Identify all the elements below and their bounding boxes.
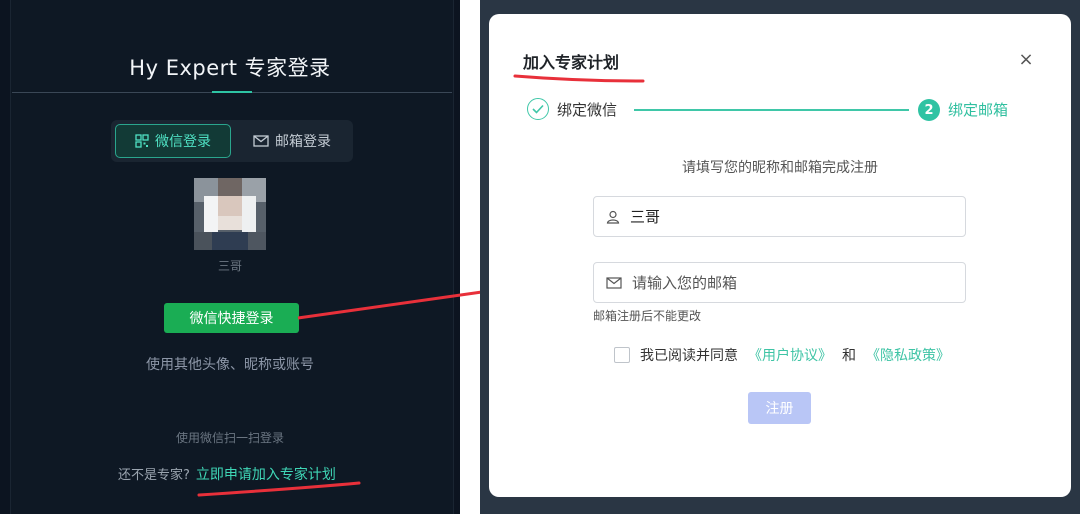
agree-text: 我已阅读并同意 <box>640 348 738 364</box>
close-icon[interactable]: × <box>1018 50 1034 70</box>
not-expert-text: 还不是专家? <box>118 468 190 483</box>
use-other-account-link[interactable]: 使用其他头像、昵称或账号 <box>0 354 460 374</box>
mail-icon <box>606 276 622 289</box>
avatar <box>194 178 266 250</box>
title-divider-accent <box>212 91 252 93</box>
nickname-value: 三哥 <box>630 208 661 226</box>
instruction-text: 请填写您的昵称和邮箱完成注册 <box>682 160 878 176</box>
email-field[interactable]: 请输入您的邮箱 <box>593 262 966 303</box>
qrcode-icon <box>135 134 149 148</box>
mail-icon <box>253 135 269 147</box>
wechat-quick-login-button[interactable]: 微信快捷登录 <box>164 303 299 333</box>
step-bind-wechat: 绑定微信 <box>557 101 618 119</box>
agree-checkbox[interactable] <box>614 347 630 363</box>
step-number-badge: 2 <box>918 99 940 121</box>
and-text: 和 <box>842 348 856 364</box>
check-icon <box>527 98 549 120</box>
page-title: Hy Expert 专家登录 <box>129 56 331 80</box>
agreement-row: 我已阅读并同意 《用户协议》 和 《隐私政策》 <box>614 345 950 365</box>
email-help-text: 邮箱注册后不能更改 <box>593 309 702 323</box>
step-bind-email: 绑定邮箱 <box>948 101 1009 119</box>
avatar-name: 三哥 <box>217 259 242 273</box>
register-modal <box>489 14 1071 497</box>
user-agreement-link[interactable]: 《用户协议》 <box>748 345 832 365</box>
apply-expert-link[interactable]: 立即申请加入专家计划 <box>196 467 336 483</box>
email-placeholder: 请输入您的邮箱 <box>632 274 738 292</box>
user-icon <box>606 210 620 224</box>
login-tabs: 微信登录 邮箱登录 <box>111 120 353 162</box>
register-button[interactable]: 注册 <box>748 392 811 424</box>
login-panel: Hy Expert 专家登录 微信登录 邮箱登录 三哥 微信快捷登录 使用其他头… <box>0 0 460 514</box>
privacy-policy-link[interactable]: 《隐私政策》 <box>866 345 950 365</box>
tab-label: 邮箱登录 <box>275 134 331 150</box>
join-row: 还不是专家? 立即申请加入专家计划 <box>118 464 336 484</box>
step-connector <box>634 109 909 111</box>
tab-label: 微信登录 <box>155 134 211 150</box>
tab-wechat-login[interactable]: 微信登录 <box>115 124 231 158</box>
modal-title: 加入专家计划 <box>523 53 620 72</box>
scan-hint: 使用微信扫一扫登录 <box>175 431 284 445</box>
tab-email-login[interactable]: 邮箱登录 <box>235 124 349 158</box>
nickname-field[interactable]: 三哥 <box>593 196 966 237</box>
